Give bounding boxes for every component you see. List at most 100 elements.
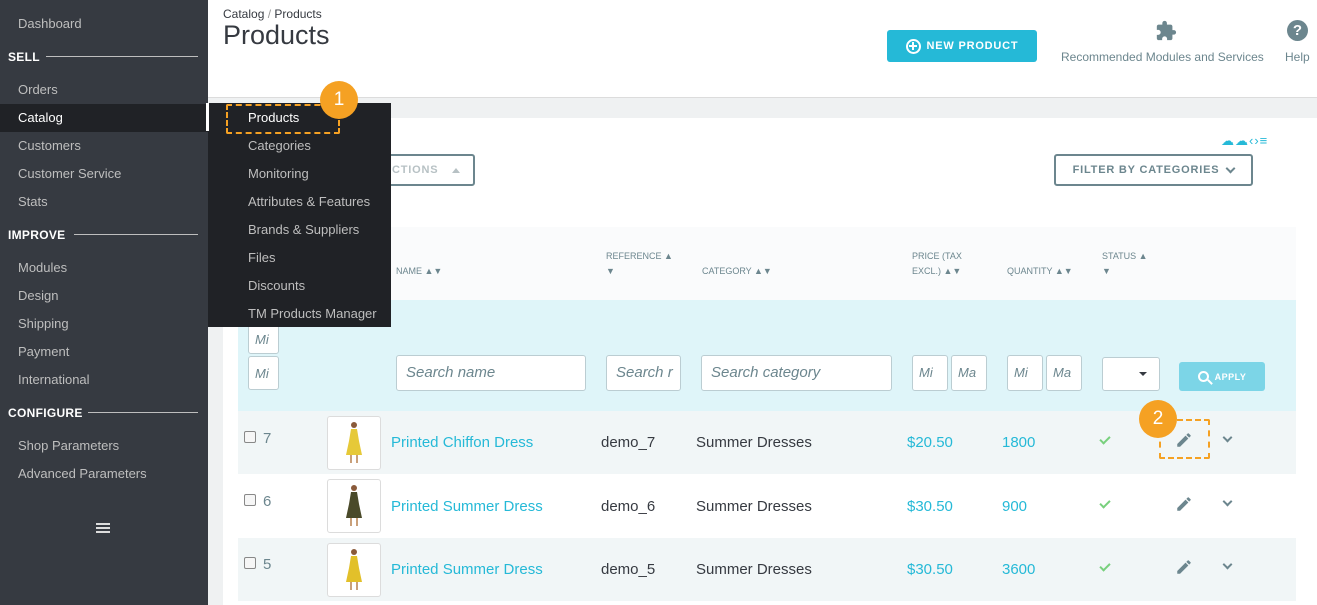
- submenu-item-monitoring[interactable]: Monitoring: [248, 166, 309, 181]
- code-icon[interactable]: ‹›: [1249, 133, 1260, 148]
- sidebar: Dashboard SELL Orders Catalog Customers …: [0, 0, 208, 605]
- new-product-button[interactable]: NEW PRODUCT: [887, 30, 1037, 62]
- product-thumbnail[interactable]: [327, 416, 381, 470]
- cloud-upload-icon[interactable]: ☁: [1221, 133, 1235, 148]
- submenu-item-tm-products-manager[interactable]: TM Products Manager: [248, 306, 377, 321]
- chevron-down-icon: [1225, 163, 1236, 173]
- product-quantity[interactable]: 900: [1002, 498, 1027, 515]
- sidebar-item-modules[interactable]: Modules: [18, 260, 67, 275]
- submenu-item-categories[interactable]: Categories: [248, 138, 311, 153]
- dress-image: [346, 422, 362, 463]
- dress-image: [346, 485, 362, 526]
- column-header-price-suffix[interactable]: EXCL.) ▲▼: [912, 264, 961, 279]
- product-id: 6: [263, 493, 272, 510]
- edit-pencil-icon[interactable]: [1175, 558, 1193, 576]
- puzzle-icon[interactable]: [1155, 20, 1177, 42]
- sidebar-item-customers[interactable]: Customers: [18, 138, 81, 153]
- breadcrumb: Catalog / Products: [223, 7, 322, 21]
- sidebar-item-advanced-parameters[interactable]: Advanced Parameters: [18, 466, 147, 481]
- help-link[interactable]: Help: [1285, 50, 1310, 64]
- search-icon: [1197, 371, 1209, 382]
- submenu-item-discounts[interactable]: Discounts: [248, 278, 305, 293]
- caret-down-icon: [1139, 372, 1147, 376]
- table-tools: ☁☁‹›≡: [1221, 133, 1268, 149]
- sidebar-item-dashboard[interactable]: Dashboard: [18, 16, 82, 31]
- submenu-item-files[interactable]: Files: [248, 250, 275, 265]
- reference-search-input[interactable]: Search r: [606, 355, 681, 391]
- product-reference: demo_5: [601, 561, 656, 578]
- name-search-input[interactable]: Search name: [396, 355, 586, 391]
- recommended-modules-link[interactable]: Recommended Modules and Services: [1061, 50, 1264, 64]
- sidebar-item-orders[interactable]: Orders: [18, 82, 58, 97]
- sidebar-item-payment[interactable]: Payment: [18, 344, 69, 359]
- caret-up-icon: [452, 167, 461, 173]
- product-name-link[interactable]: Printed Summer Dress: [391, 561, 543, 578]
- submenu-item-attributes-features[interactable]: Attributes & Features: [248, 194, 370, 209]
- product-category: Summer Dresses: [696, 561, 812, 578]
- price-max-input[interactable]: Ma: [951, 355, 987, 391]
- sidebar-item-shop-parameters[interactable]: Shop Parameters: [18, 438, 119, 453]
- column-header-price[interactable]: PRICE (TAX: [912, 249, 962, 264]
- sidebar-item-international[interactable]: International: [18, 372, 90, 387]
- product-reference: demo_7: [601, 434, 656, 451]
- product-name-link[interactable]: Printed Chiffon Dress: [391, 434, 533, 451]
- bulk-actions-label: CTIONS: [392, 164, 439, 176]
- section-divider: [46, 56, 198, 57]
- page-title: Products: [223, 20, 330, 50]
- sort-desc-icon[interactable]: ▼: [1102, 264, 1111, 279]
- product-id: 7: [263, 430, 272, 447]
- product-reference: demo_6: [601, 498, 656, 515]
- sort-desc-icon[interactable]: ▼: [606, 264, 615, 279]
- column-header-reference[interactable]: REFERENCE ▲: [606, 249, 673, 264]
- list-icon[interactable]: ≡: [1260, 133, 1269, 148]
- sidebar-item-customer-service[interactable]: Customer Service: [18, 166, 121, 181]
- step-1-badge: 1: [320, 81, 358, 119]
- row-checkbox[interactable]: [244, 557, 256, 569]
- menu-collapse-icon[interactable]: [96, 523, 110, 535]
- product-quantity[interactable]: 3600: [1002, 561, 1035, 578]
- sidebar-item-stats[interactable]: Stats: [18, 194, 48, 209]
- column-header-status[interactable]: STATUS ▲: [1102, 249, 1148, 264]
- cloud-download-icon[interactable]: ☁: [1235, 133, 1249, 148]
- row-checkbox[interactable]: [244, 494, 256, 506]
- price-min-input[interactable]: Mi: [912, 355, 948, 391]
- product-price: $20.50: [907, 434, 953, 451]
- column-header-quantity[interactable]: QUANTITY ▲▼: [1007, 264, 1073, 279]
- submenu-item-brands-suppliers[interactable]: Brands & Suppliers: [248, 222, 359, 237]
- status-select[interactable]: [1102, 357, 1160, 391]
- quantity-min-input[interactable]: Mi: [1007, 355, 1043, 391]
- sidebar-section-configure: CONFIGURE: [8, 406, 83, 420]
- plus-circle-icon: [905, 38, 921, 54]
- step-2-badge: 2: [1139, 400, 1177, 438]
- quantity-max-input[interactable]: Ma: [1046, 355, 1082, 391]
- breadcrumb-products[interactable]: Products: [274, 7, 321, 21]
- filter-by-categories-button[interactable]: FILTER BY CATEGORIES: [1054, 154, 1253, 186]
- sidebar-item-design[interactable]: Design: [18, 288, 58, 303]
- product-thumbnail[interactable]: [327, 543, 381, 597]
- product-name-link[interactable]: Printed Summer Dress: [391, 498, 543, 515]
- product-thumbnail[interactable]: [327, 479, 381, 533]
- help-icon[interactable]: ?: [1287, 20, 1308, 41]
- product-category: Summer Dresses: [696, 498, 812, 515]
- category-search-input[interactable]: Search category: [701, 355, 892, 391]
- column-header-name[interactable]: NAME ▲▼: [396, 264, 442, 279]
- sidebar-section-improve: IMPROVE: [8, 228, 66, 242]
- id-max-filter[interactable]: Mi: [248, 356, 279, 390]
- product-quantity[interactable]: 1800: [1002, 434, 1035, 451]
- sidebar-item-shipping[interactable]: Shipping: [18, 316, 69, 331]
- section-divider: [88, 412, 198, 413]
- catalog-submenu: Products Categories Monitoring Attribute…: [208, 103, 391, 327]
- product-price: $30.50: [907, 561, 953, 578]
- apply-filters-button[interactable]: APPLY: [1179, 362, 1265, 391]
- row-checkbox[interactable]: [244, 431, 256, 443]
- breadcrumb-catalog[interactable]: Catalog: [223, 7, 264, 21]
- apply-label: APPLY: [1214, 371, 1247, 382]
- product-price: $30.50: [907, 498, 953, 515]
- product-category: Summer Dresses: [696, 434, 812, 451]
- edit-pencil-icon[interactable]: [1175, 495, 1193, 513]
- filter-categories-label: FILTER BY CATEGORIES: [1072, 164, 1220, 176]
- sidebar-item-catalog[interactable]: Catalog: [0, 104, 208, 132]
- product-id: 5: [263, 556, 272, 573]
- column-header-category[interactable]: CATEGORY ▲▼: [702, 264, 772, 279]
- sidebar-item-label: Catalog: [18, 110, 63, 125]
